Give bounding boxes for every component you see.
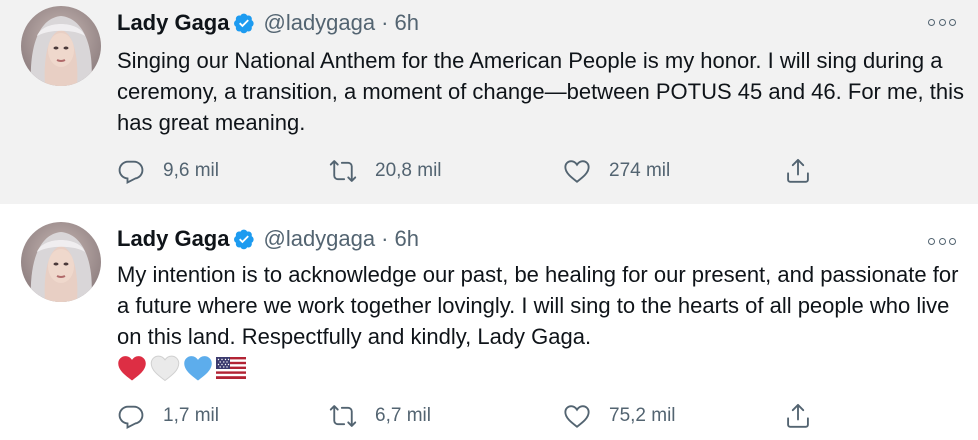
tweet[interactable]: Lady Gaga @ladygaga · 6h Singing our Nat… — [0, 0, 978, 204]
author-name[interactable]: Lady Gaga — [117, 226, 229, 252]
retweet-button[interactable]: 6,7 mil — [329, 402, 431, 430]
avatar[interactable] — [21, 6, 101, 86]
emoji-row — [117, 354, 246, 382]
reply-count: 9,6 mil — [163, 160, 219, 181]
white-heart-icon — [150, 355, 180, 382]
verified-icon — [234, 229, 255, 250]
like-button[interactable]: 75,2 mil — [563, 402, 676, 430]
tweet-header: Lady Gaga @ladygaga · 6h — [117, 8, 419, 38]
author-name[interactable]: Lady Gaga — [117, 10, 229, 36]
tweet-text: My intention is to acknowledge our past,… — [117, 262, 959, 349]
author-handle[interactable]: @ladygaga — [263, 226, 375, 252]
separator-dot: · — [381, 10, 389, 35]
tweet-actions: 9,6 mil 20,8 mil 274 mil — [117, 157, 837, 187]
red-heart-icon — [118, 356, 146, 381]
like-icon — [564, 160, 590, 183]
retweet-icon — [329, 405, 357, 427]
reply-icon — [118, 405, 144, 429]
share-button[interactable] — [784, 157, 812, 185]
like-icon — [564, 405, 590, 428]
retweet-count: 20,8 mil — [375, 160, 442, 181]
reply-icon — [118, 160, 144, 184]
retweet-icon — [329, 160, 357, 182]
separator-dot: · — [381, 226, 389, 251]
reply-button[interactable]: 1,7 mil — [117, 402, 219, 430]
reply-button[interactable]: 9,6 mil — [117, 157, 219, 185]
like-button[interactable]: 274 mil — [563, 157, 670, 185]
share-icon — [787, 158, 809, 183]
retweet-count: 6,7 mil — [375, 405, 431, 426]
more-icon[interactable] — [928, 234, 956, 248]
tweet[interactable]: Lady Gaga @ladygaga · 6h My intention is… — [0, 204, 978, 440]
avatar[interactable] — [21, 222, 101, 302]
like-count: 75,2 mil — [609, 405, 676, 426]
timestamp[interactable]: 6h — [394, 226, 418, 252]
retweet-button[interactable]: 20,8 mil — [329, 157, 442, 185]
tweet-header: Lady Gaga @ladygaga · 6h — [117, 224, 419, 254]
blue-heart-icon — [184, 356, 212, 381]
verified-icon — [234, 13, 255, 34]
tweet-text: Singing our National Anthem for the Amer… — [117, 48, 965, 135]
share-icon — [787, 403, 809, 428]
reply-count: 1,7 mil — [163, 405, 219, 426]
timestamp[interactable]: 6h — [394, 10, 418, 36]
author-handle[interactable]: @ladygaga — [263, 10, 375, 36]
share-button[interactable] — [784, 402, 812, 430]
tweet-actions: 1,7 mil 6,7 mil 75,2 mil — [117, 402, 837, 432]
us-flag-icon — [216, 357, 246, 379]
like-count: 274 mil — [609, 160, 671, 181]
more-icon[interactable] — [928, 15, 956, 29]
